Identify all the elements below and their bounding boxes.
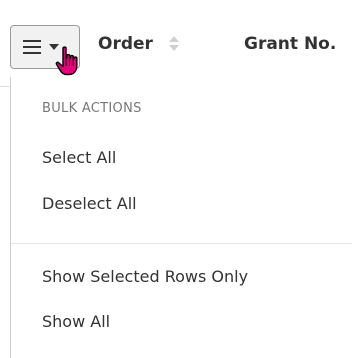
column-header-grant-no[interactable]: Grant No. <box>244 34 336 54</box>
menu-item-select-all[interactable]: Select All <box>42 148 116 167</box>
column-header-order[interactable]: Order <box>98 34 153 54</box>
hand-pointer-icon <box>55 46 78 76</box>
menu-item-deselect-all[interactable]: Deselect All <box>42 194 137 213</box>
table-header-row: Order Grant No. <box>0 0 352 87</box>
bulk-actions-header: BULK ACTIONS <box>42 101 142 116</box>
menu-divider <box>11 243 352 244</box>
menu-item-show-all[interactable]: Show All <box>42 312 110 331</box>
sort-down-icon <box>169 45 179 51</box>
sort-up-icon <box>169 36 179 42</box>
data-table-page: Order Grant No. BULK ACTIONS Select All … <box>0 0 352 358</box>
hamburger-icon <box>23 40 41 54</box>
sort-icon[interactable] <box>168 36 180 54</box>
menu-item-show-selected-rows-only[interactable]: Show Selected Rows Only <box>42 267 248 286</box>
bulk-actions-menu-button[interactable] <box>10 25 80 76</box>
